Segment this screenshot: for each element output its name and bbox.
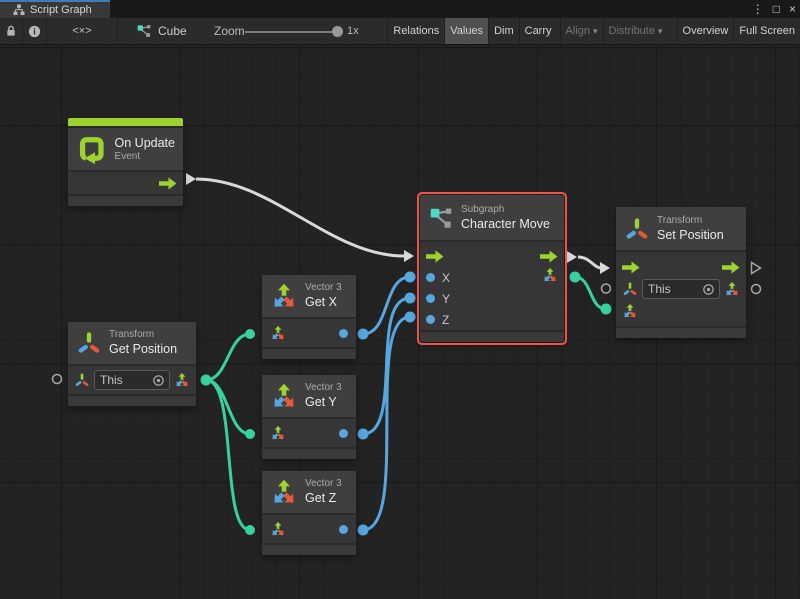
port-label-x: X bbox=[442, 271, 450, 285]
port-label-y: Y bbox=[442, 292, 450, 306]
breadcrumb-label: Cube bbox=[158, 24, 187, 38]
window-menu-icon[interactable]: ⋮ bbox=[752, 0, 764, 18]
graph-toolbar: i <×> Cube Zoom 1x Relations Values Dim … bbox=[0, 18, 800, 45]
transform-port-icon[interactable] bbox=[74, 372, 90, 388]
node-footer bbox=[262, 449, 356, 459]
node-subtitle: Transform bbox=[109, 329, 177, 341]
vector3-output-icon[interactable] bbox=[542, 267, 558, 283]
node-footer bbox=[68, 396, 196, 406]
flow-in-arrow-icon[interactable] bbox=[426, 250, 444, 263]
code-view-button[interactable]: <×> bbox=[47, 18, 118, 44]
node-subtitle: Vector 3 bbox=[305, 478, 342, 490]
overview-button[interactable]: Overview bbox=[677, 18, 734, 44]
node-title: Get X bbox=[305, 294, 342, 310]
transform-icon bbox=[624, 216, 650, 242]
zoom-value: 1x bbox=[347, 18, 359, 44]
lock-icon bbox=[5, 25, 17, 37]
lock-button[interactable] bbox=[0, 18, 23, 44]
node-title: On Update bbox=[115, 135, 175, 151]
node-get-z[interactable]: Vector 3 Get Z bbox=[262, 471, 356, 555]
node-subtitle: Vector 3 bbox=[305, 382, 342, 394]
node-get-y[interactable]: Vector 3 Get Y bbox=[262, 375, 356, 459]
node-set-position[interactable]: Transform Set Position This bbox=[616, 207, 746, 338]
float-output-port[interactable] bbox=[339, 329, 348, 338]
maximize-icon[interactable]: □ bbox=[773, 0, 780, 18]
breadcrumb[interactable]: Cube bbox=[136, 18, 187, 44]
event-accent-strip bbox=[68, 118, 183, 126]
title-bar: Script Graph ⋮ □ × bbox=[0, 0, 800, 18]
info-button[interactable]: i bbox=[23, 18, 47, 44]
node-character-move[interactable]: Subgraph Character Move X Y Z bbox=[420, 195, 564, 342]
target-picker-icon[interactable] bbox=[152, 374, 165, 387]
tab-script-graph[interactable]: Script Graph bbox=[0, 0, 110, 18]
transform-port-icon[interactable] bbox=[622, 281, 638, 297]
target-picker-icon[interactable] bbox=[702, 283, 715, 296]
node-footer bbox=[68, 196, 183, 206]
flow-out-arrow-icon[interactable] bbox=[159, 177, 177, 190]
vector3-input-icon[interactable] bbox=[270, 521, 286, 537]
info-icon: i bbox=[28, 25, 41, 38]
node-title: Character Move bbox=[461, 216, 550, 232]
node-title: Get Z bbox=[305, 490, 342, 506]
vector3-icon bbox=[270, 282, 298, 310]
node-get-position[interactable]: Transform Get Position This bbox=[68, 322, 196, 406]
window-controls: ⋮ □ × bbox=[752, 0, 796, 18]
svg-text:i: i bbox=[33, 26, 36, 36]
transform-output-icon[interactable] bbox=[724, 281, 740, 297]
flow-out-arrow-icon[interactable] bbox=[540, 250, 558, 263]
graph-breadcrumb-icon bbox=[136, 23, 152, 39]
zoom-slider-handle[interactable] bbox=[332, 26, 343, 37]
node-title: Get Y bbox=[305, 394, 342, 410]
vector3-output-icon[interactable] bbox=[174, 372, 190, 388]
carry-button[interactable]: Carry bbox=[519, 18, 557, 44]
fullscreen-button[interactable]: Full Screen bbox=[733, 18, 800, 44]
node-footer bbox=[616, 328, 746, 338]
node-on-update[interactable]: On Update Event bbox=[68, 118, 183, 206]
port-label-z: Z bbox=[442, 313, 449, 327]
toolbar-right-group: Relations Values Dim Carry Align ▾ Distr… bbox=[387, 18, 800, 44]
chevron-down-icon: ▾ bbox=[593, 26, 598, 37]
this-field[interactable]: This bbox=[94, 370, 170, 390]
chevron-down-icon: ▾ bbox=[658, 26, 663, 37]
node-get-x[interactable]: Vector 3 Get X bbox=[262, 275, 356, 359]
z-input-port[interactable] bbox=[426, 315, 435, 324]
vector3-input-icon[interactable] bbox=[270, 425, 286, 441]
vector3-input-icon[interactable] bbox=[270, 325, 286, 341]
node-subtitle: Vector 3 bbox=[305, 282, 342, 294]
float-output-port[interactable] bbox=[339, 525, 348, 534]
script-graph-window: Script Graph ⋮ □ × i <×> Cube Zoom 1x bbox=[0, 0, 800, 599]
close-icon[interactable]: × bbox=[789, 0, 796, 18]
vector3-position-input-icon[interactable] bbox=[622, 303, 638, 319]
tab-label: Script Graph bbox=[30, 4, 92, 16]
vector3-icon bbox=[270, 382, 298, 410]
relations-button[interactable]: Relations bbox=[387, 18, 444, 44]
flow-out-arrow-icon[interactable] bbox=[722, 261, 740, 274]
node-footer bbox=[420, 332, 564, 342]
code-icon: <×> bbox=[72, 25, 91, 37]
node-title: Get Position bbox=[109, 341, 177, 357]
y-input-port[interactable] bbox=[426, 294, 435, 303]
node-footer bbox=[262, 545, 356, 555]
flow-in-arrow-icon[interactable] bbox=[622, 261, 640, 274]
node-subtitle: Transform bbox=[657, 215, 724, 227]
float-output-port[interactable] bbox=[339, 429, 348, 438]
zoom-label: Zoom bbox=[214, 18, 245, 44]
node-subtitle: Subgraph bbox=[461, 204, 550, 216]
distribute-dropdown[interactable]: Distribute ▾ bbox=[603, 18, 668, 44]
vector3-icon bbox=[270, 478, 298, 506]
subgraph-icon bbox=[428, 205, 454, 231]
zoom-slider-track[interactable] bbox=[245, 31, 342, 33]
dim-button[interactable]: Dim bbox=[488, 18, 519, 44]
align-dropdown[interactable]: Align ▾ bbox=[560, 18, 603, 44]
node-footer bbox=[262, 349, 356, 359]
graph-hierarchy-icon bbox=[13, 4, 25, 16]
this-field[interactable]: This bbox=[642, 279, 720, 299]
event-loop-icon bbox=[76, 133, 108, 165]
node-subtitle: Event bbox=[115, 151, 175, 163]
node-title: Set Position bbox=[657, 227, 724, 243]
x-input-port[interactable] bbox=[426, 273, 435, 282]
transform-icon bbox=[76, 330, 102, 356]
values-button[interactable]: Values bbox=[444, 18, 488, 44]
